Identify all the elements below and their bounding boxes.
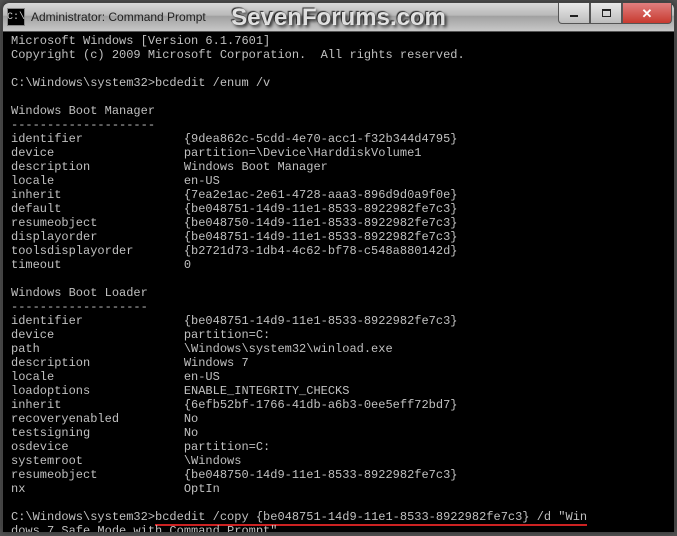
minimize-icon <box>570 15 578 17</box>
window-controls: ✕ <box>558 3 672 23</box>
window-title: Administrator: Command Prompt <box>31 10 206 24</box>
maximize-button[interactable] <box>590 3 622 24</box>
titlebar[interactable]: C:\ Administrator: Command Prompt SevenF… <box>3 3 674 32</box>
command-prompt-window: C:\ Administrator: Command Prompt SevenF… <box>2 2 675 532</box>
minimize-button[interactable] <box>558 3 590 24</box>
cmd-icon: C:\ <box>7 8 25 26</box>
maximize-icon <box>602 9 611 17</box>
watermark: SevenForums.com <box>231 4 446 32</box>
terminal-output[interactable]: Microsoft Windows [Version 6.1.7601] Cop… <box>3 32 674 532</box>
close-button[interactable]: ✕ <box>622 3 672 24</box>
close-icon: ✕ <box>642 7 653 20</box>
